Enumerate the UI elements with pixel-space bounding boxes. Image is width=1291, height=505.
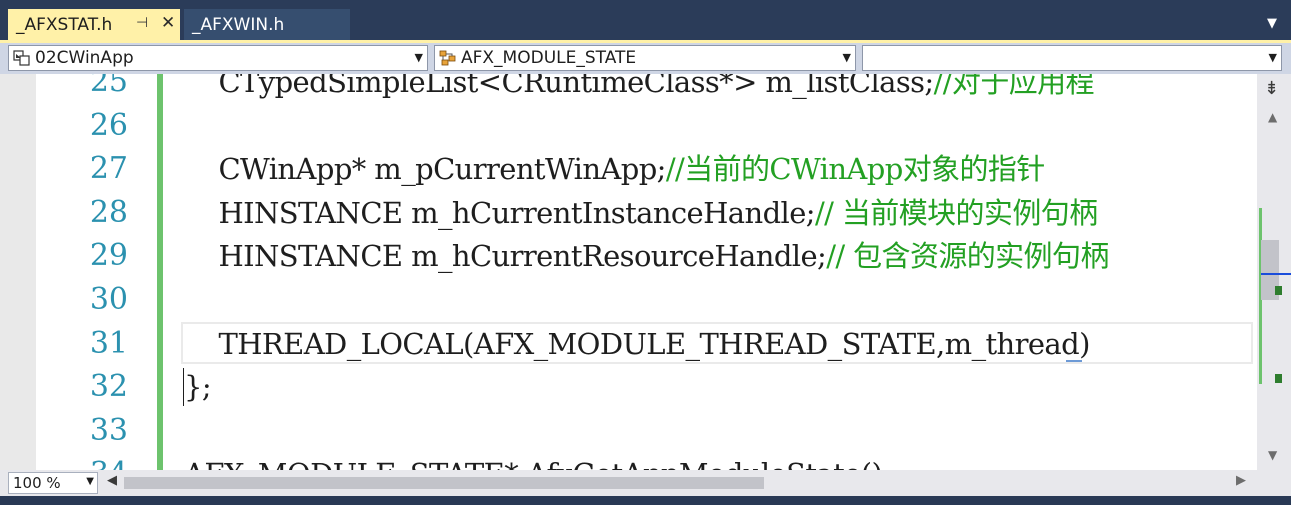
code-text: CTypedSimpleList<CRuntimeClass*> m_listC… [184, 74, 934, 99]
navigation-bar: 02CWinApp ▼ AFX_MODULE_STATE ▼ ▼ [0, 43, 1291, 74]
code-line[interactable]: }; [184, 365, 212, 409]
scroll-change-marker [1275, 286, 1282, 295]
editor-bottom-bar: 100 % ▼ ◀ ▶ [0, 470, 1291, 496]
code-text: THREAD_LOCAL(AFX_MODULE_THREAD_STATE,m_t… [184, 327, 1090, 361]
code-line[interactable]: THREAD_LOCAL(AFX_MODULE_THREAD_STATE,m_t… [184, 322, 1090, 366]
zoom-dropdown[interactable]: 100 % ▼ [8, 472, 98, 494]
code-text: HINSTANCE m_hCurrentInstanceHandle; [184, 196, 815, 230]
horizontal-scroll-thumb[interactable] [124, 477, 764, 489]
zoom-value: 100 % [13, 474, 61, 492]
window-bottom-border [0, 496, 1291, 505]
document-tab-strip: _AFXSTAT.h ⊣ ✕ _AFXWIN.h ▼ [0, 0, 1291, 40]
line-number: 26 [89, 108, 128, 143]
indicator-margin[interactable] [0, 74, 36, 470]
code-line[interactable]: CWinApp* m_pCurrentWinApp;//当前的CWinApp对象… [184, 147, 1045, 191]
scope-dropdown[interactable]: 02CWinApp ▼ [8, 45, 428, 71]
member-dropdown[interactable]: ▼ [862, 45, 1282, 71]
close-icon[interactable]: ✕ [161, 13, 175, 33]
code-text: }; [184, 370, 212, 404]
vertical-scrollbar[interactable]: ⇟ ▲ ▼ [1257, 74, 1291, 470]
tab-afxwin[interactable]: _AFXWIN.h [184, 9, 350, 40]
line-number: 32 [89, 369, 128, 404]
tab-afxstat[interactable]: _AFXSTAT.h ⊣ ✕ [8, 9, 180, 40]
code-line[interactable]: AFX_MODULE_STATE* AfxGetAppModuleState()… [184, 452, 892, 470]
change-tracking-bar [157, 74, 163, 470]
line-number: 33 [89, 413, 128, 448]
scroll-down-icon[interactable]: ▼ [1268, 448, 1277, 462]
type-value: AFX_MODULE_STATE [461, 48, 637, 68]
project-icon [13, 50, 30, 66]
chevron-down-icon: ▼ [86, 476, 94, 487]
scroll-right-icon[interactable]: ▶ [1236, 473, 1246, 488]
scroll-change-marker [1275, 374, 1282, 383]
chevron-down-icon: ▼ [1268, 51, 1277, 64]
line-number: 29 [89, 238, 128, 273]
code-comment: //当前的CWinApp对象的指针 [665, 152, 1045, 186]
chevron-down-icon: ▼ [414, 51, 423, 64]
scroll-left-icon[interactable]: ◀ [107, 473, 117, 488]
code-comment: //对于应用程 [933, 74, 1095, 99]
tab-label: _AFXSTAT.h [16, 14, 113, 35]
code-editor[interactable]: 25 26 27 28 29 30 31 32 33 34 CTypedSimp… [0, 74, 1257, 470]
scroll-caret-marker [1261, 273, 1291, 275]
tab-label: _AFXWIN.h [192, 14, 285, 35]
line-number: 28 [89, 195, 128, 230]
line-number: 25 [89, 74, 128, 99]
code-line[interactable]: CTypedSimpleList<CRuntimeClass*> m_listC… [184, 74, 1094, 104]
code-comment: // 包含资源的实例句柄 [826, 239, 1109, 273]
code-line[interactable]: HINSTANCE m_hCurrentResourceHandle;// 包含… [184, 234, 1109, 278]
line-number: 30 [89, 282, 128, 317]
type-dropdown[interactable]: AFX_MODULE_STATE ▼ [434, 45, 856, 71]
brace-match-marker [1066, 360, 1082, 362]
code-line[interactable]: HINSTANCE m_hCurrentInstanceHandle;// 当前… [184, 191, 1098, 235]
line-number: 34 [62, 452, 128, 470]
struct-icon [439, 50, 456, 66]
code-comment: // 当前模块的实例句柄 [814, 196, 1098, 230]
scope-value: 02CWinApp [35, 48, 134, 68]
pin-icon[interactable]: ⊣ [136, 15, 148, 31]
code-text: AFX_MODULE_STATE* AfxGetAppModuleState()… [184, 457, 892, 470]
tab-overflow-chevron-icon[interactable]: ▼ [1267, 16, 1277, 31]
line-number: 31 [89, 326, 128, 361]
chevron-down-icon: ▼ [842, 51, 851, 64]
line-number: 27 [89, 151, 128, 186]
text-caret [183, 368, 184, 406]
code-text: HINSTANCE m_hCurrentResourceHandle; [184, 239, 827, 273]
scroll-up-icon[interactable]: ▲ [1268, 110, 1277, 124]
code-text: CWinApp* m_pCurrentWinApp; [184, 152, 666, 186]
split-window-icon[interactable]: ⇟ [1264, 78, 1279, 99]
